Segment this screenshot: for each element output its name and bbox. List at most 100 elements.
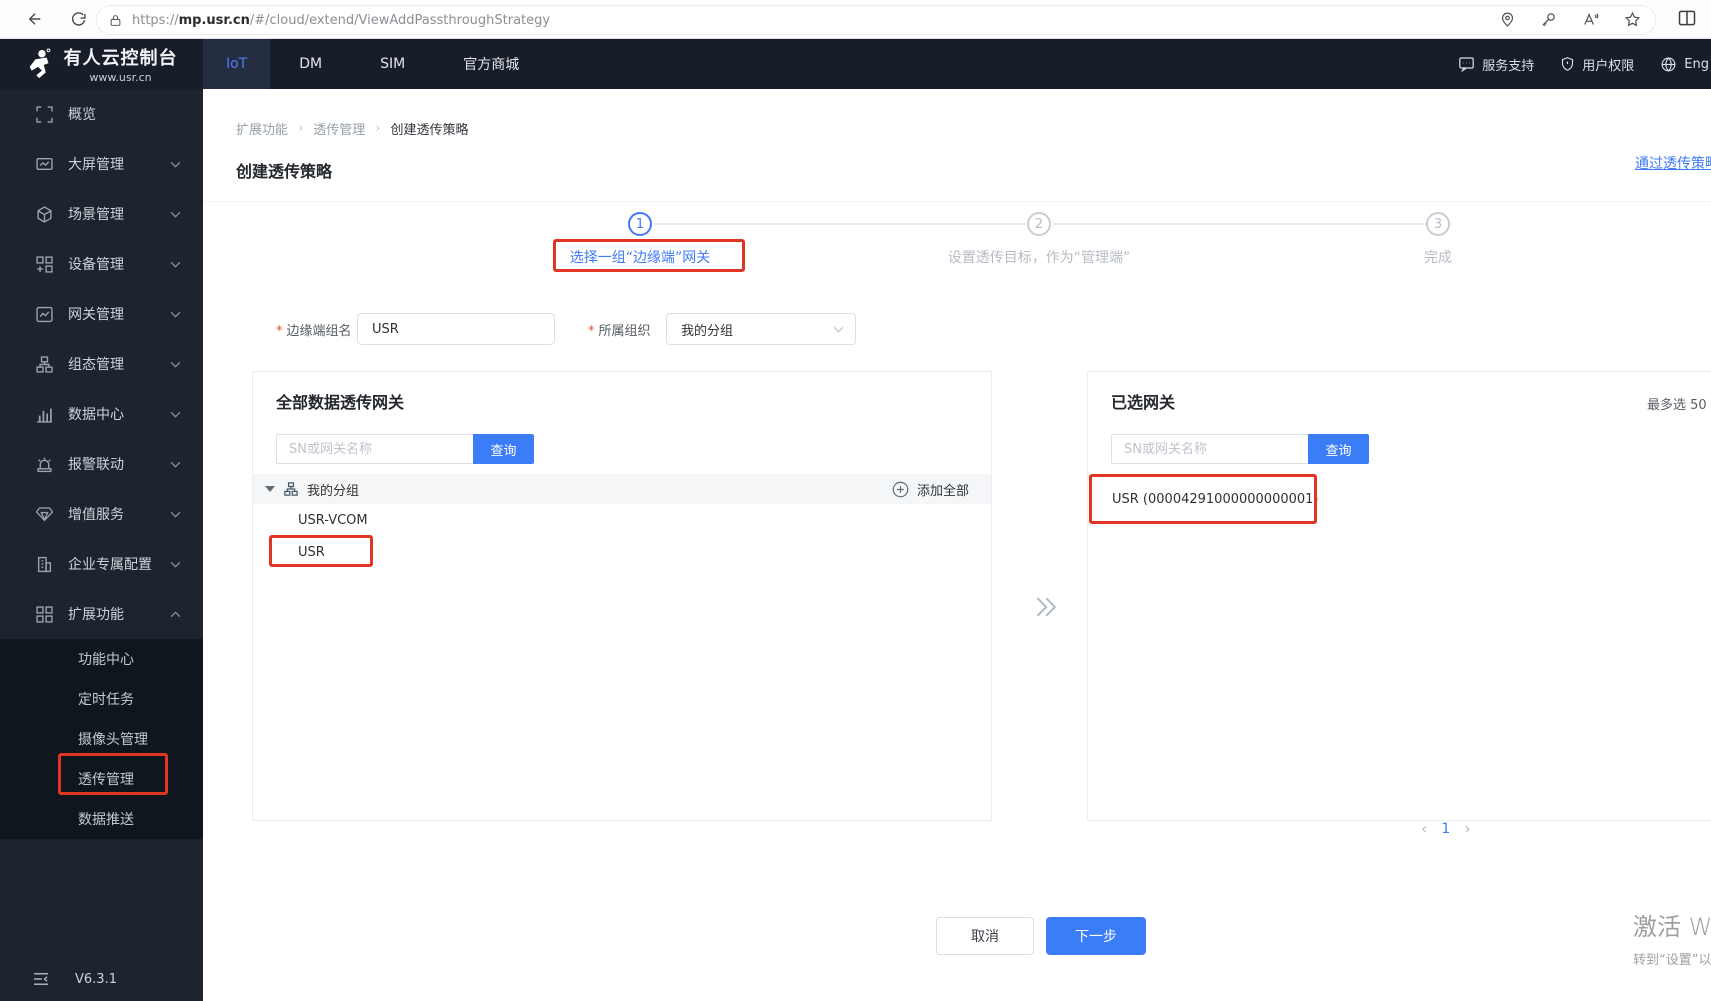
sidebar-item-config-mgmt[interactable]: 组态管理 <box>0 339 203 389</box>
browser-toolbar: https://mp.usr.cn/#/cloud/extend/ViewAdd… <box>0 0 1711 39</box>
group-tree-node[interactable]: 我的分组 添加全部 <box>253 474 991 504</box>
step-connector <box>654 223 1026 225</box>
page-number[interactable]: 1 <box>1441 821 1450 837</box>
sidebar-item-data-center[interactable]: 数据中心 <box>0 389 203 439</box>
chevron-down-icon <box>170 311 181 318</box>
favorites-star-icon[interactable] <box>1624 11 1641 28</box>
circle-plus-icon <box>892 481 909 498</box>
chevron-up-icon <box>170 610 181 618</box>
chevron-down-icon <box>170 261 181 268</box>
sidebar-item-label: 大屏管理 <box>68 157 124 173</box>
gateway-row-usr[interactable]: USR <box>298 545 325 560</box>
breadcrumb-separator: › <box>298 121 304 136</box>
passthrough-help-link[interactable]: 通过透传策略 <box>1635 153 1711 173</box>
step-2-label: 设置透传目标，作为“管理端” <box>947 250 1131 266</box>
user-permissions[interactable]: 用户权限 <box>1560 55 1634 74</box>
sidebar: 概览 大屏管理 场景管理 设备管理 网关管理 组态管理 数据中心 报警联动 增值… <box>0 89 203 1001</box>
refresh-icon[interactable] <box>70 11 87 28</box>
chevron-down-icon <box>170 561 181 568</box>
lock-icon[interactable] <box>109 13 122 28</box>
all-gateways-panel: 全部数据透传网关 查询 我的分组 添加全部 USR-VCOM USR <box>252 371 992 821</box>
sidebar-item-extended-functions[interactable]: 扩展功能 <box>0 589 203 639</box>
selected-search-button[interactable]: 查询 <box>1308 434 1369 464</box>
location-icon[interactable] <box>1499 11 1516 28</box>
breadcrumb-passthrough-mgmt[interactable]: 透传管理 <box>313 119 365 138</box>
submenu-item-function-center[interactable]: 功能中心 <box>0 639 203 679</box>
tab-sim[interactable]: SIM <box>351 39 434 89</box>
sidebar-item-label: 报警联动 <box>68 457 124 473</box>
submenu-item-camera-mgmt[interactable]: 摄像头管理 <box>0 719 203 759</box>
cancel-button[interactable]: 取消 <box>936 917 1034 955</box>
chevron-down-icon <box>170 361 181 368</box>
breadcrumb-current: 创建透传策略 <box>390 123 469 138</box>
chat-icon <box>1458 56 1475 72</box>
read-aloud-icon[interactable] <box>1581 11 1600 28</box>
organization-label: * 所属组织 <box>588 324 651 339</box>
tab-iot[interactable]: IoT <box>203 39 271 89</box>
sidebar-item-label: 概览 <box>68 107 96 123</box>
gateway-search-input[interactable] <box>276 434 473 464</box>
extended-functions-submenu: 功能中心 定时任务 摄像头管理 透传管理 数据推送 <box>0 639 203 839</box>
windows-activation-watermark: 激活 Windows 转到“设置”以激活 Windows。 <box>1633 907 1711 968</box>
logo[interactable]: 有人云控制台 www.usr.cn <box>0 39 203 89</box>
key-icon[interactable] <box>1540 11 1557 28</box>
org-tree-icon <box>284 482 298 496</box>
selected-gateways-title: 已选网关 <box>1111 393 1176 412</box>
chevron-down-icon <box>170 211 181 218</box>
apps-grid-icon <box>36 605 53 623</box>
version-label: V6.3.1 <box>75 971 117 987</box>
gateway-row-usr-vcom[interactable]: USR-VCOM <box>298 513 368 528</box>
gateway-search-button[interactable]: 查询 <box>473 434 534 464</box>
sidebar-item-enterprise-config[interactable]: 企业专属配置 <box>0 539 203 589</box>
prev-page-icon[interactable]: ‹ <box>1421 819 1427 838</box>
sidebar-item-label: 扩展功能 <box>68 607 124 623</box>
step-3-label: 完成 <box>1424 250 1452 266</box>
group-name-label: * 边缘端组名 <box>276 324 352 339</box>
collapse-sidebar-icon[interactable] <box>33 972 49 986</box>
bar-chart-icon <box>36 406 53 423</box>
submenu-item-passthrough-mgmt[interactable]: 透传管理 <box>0 759 203 799</box>
sidebar-item-screen-mgmt[interactable]: 大屏管理 <box>0 139 203 189</box>
tab-dm[interactable]: DM <box>270 39 351 89</box>
next-step-button[interactable]: 下一步 <box>1046 917 1146 955</box>
url-text[interactable]: https://mp.usr.cn/#/cloud/extend/ViewAdd… <box>132 13 550 28</box>
pagination: ‹ 1 › <box>1421 819 1471 838</box>
sidebar-item-alarm-linkage[interactable]: 报警联动 <box>0 439 203 489</box>
submenu-item-label: 定时任务 <box>78 692 134 708</box>
next-page-icon[interactable]: › <box>1464 819 1470 838</box>
organization-selected-value: 我的分组 <box>681 323 734 339</box>
tab-official-mall[interactable]: 官方商城 <box>434 39 548 89</box>
add-all-label: 添加全部 <box>916 483 969 499</box>
sidebar-item-label: 网关管理 <box>68 307 124 323</box>
sidebar-item-overview[interactable]: 概览 <box>0 89 203 139</box>
big-screen-icon <box>36 156 53 173</box>
submenu-item-scheduled-tasks[interactable]: 定时任务 <box>0 679 203 719</box>
step-1-circle: 1 <box>628 212 652 236</box>
service-support-label: 服务支持 <box>1482 58 1535 74</box>
language-switcher[interactable]: Eng <box>1660 56 1709 73</box>
all-gateways-title: 全部数据透传网关 <box>276 393 405 412</box>
transfer-right-icon[interactable] <box>1030 592 1060 622</box>
sidebar-item-value-added[interactable]: 增值服务 <box>0 489 203 539</box>
globe-icon <box>1660 56 1677 73</box>
service-support[interactable]: 服务支持 <box>1458 55 1534 74</box>
add-all-button[interactable]: 添加全部 <box>892 480 969 499</box>
group-name-input[interactable] <box>357 313 555 345</box>
address-bar[interactable]: https://mp.usr.cn/#/cloud/extend/ViewAdd… <box>96 5 1656 35</box>
scene-cube-icon <box>36 205 53 223</box>
sidebar-item-gateway-mgmt[interactable]: 网关管理 <box>0 289 203 339</box>
caret-down-icon[interactable] <box>265 486 275 492</box>
building-icon <box>36 556 53 573</box>
submenu-item-data-push[interactable]: 数据推送 <box>0 799 203 839</box>
split-screen-icon[interactable] <box>1677 8 1697 28</box>
back-icon[interactable] <box>26 10 44 28</box>
sidebar-item-scene-mgmt[interactable]: 场景管理 <box>0 189 203 239</box>
selected-gateway-row[interactable]: USR (00004291000000000001) <box>1112 492 1319 507</box>
step-1-label: 选择一组“边缘端”网关 <box>569 250 711 266</box>
breadcrumb-extended-functions[interactable]: 扩展功能 <box>236 119 288 138</box>
organization-select[interactable]: 我的分组 <box>666 313 856 345</box>
sidebar-item-device-mgmt[interactable]: 设备管理 <box>0 239 203 289</box>
submenu-item-label: 数据推送 <box>78 812 134 828</box>
selected-search-input[interactable] <box>1111 434 1308 464</box>
page-title: 创建透传策略 <box>236 162 333 181</box>
